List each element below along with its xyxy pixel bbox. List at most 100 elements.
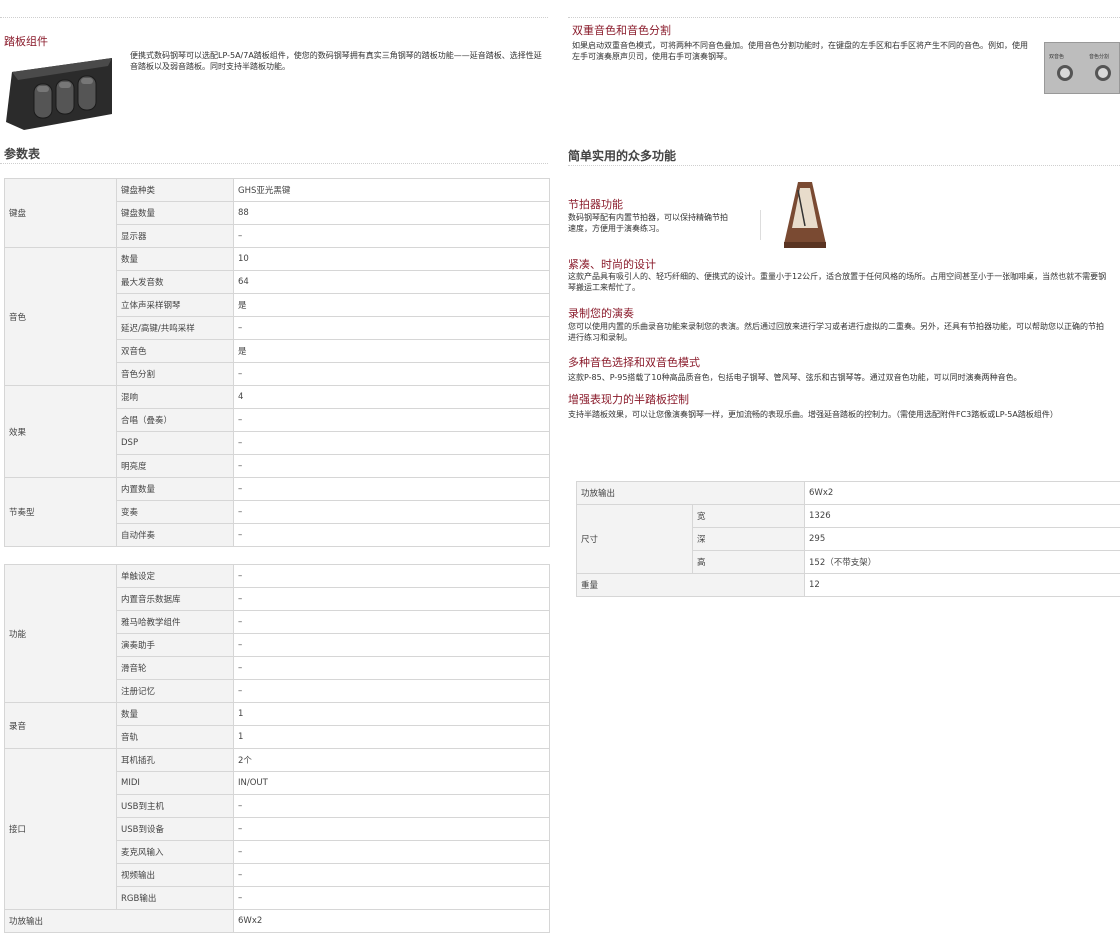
spec-label: 演奏助手 [116, 633, 234, 657]
spec-value: – [233, 523, 550, 547]
spec-group: 效果 [4, 385, 117, 478]
metronome-image [782, 180, 828, 248]
dual-voice-panel-label: 双音色 [1049, 54, 1065, 60]
spec-label: 深 [691, 527, 806, 551]
spec-group: 功能 [4, 564, 117, 703]
spec-label: 重量 [575, 573, 806, 597]
spec-label: 功放输出 [4, 909, 234, 933]
spec-value: – [233, 817, 550, 841]
spec-value: – [233, 564, 550, 588]
spec-label: 立体声采样钢琴 [116, 293, 234, 317]
spec-label: USB到设备 [116, 817, 234, 841]
spec-value: 6Wx2 [804, 481, 1120, 505]
spec-label: 高 [691, 550, 806, 574]
spec-label: 耳机插孔 [116, 748, 234, 772]
spec-value: – [233, 633, 550, 657]
spec-value: – [233, 840, 550, 864]
table-row: 重量 12 [575, 573, 1120, 597]
spec-value: 12 [804, 573, 1120, 597]
table-row: 接口 耳机插孔 2个 [4, 748, 550, 910]
spec-label: 延迟/高键/共鸣采样 [116, 316, 234, 340]
spec-label: DSP [116, 431, 234, 455]
feature-voices-title: 多种音色选择和双音色模式 [568, 356, 700, 369]
table-row: 效果 混响 4 [4, 385, 550, 478]
spec-table-3: 功放输出 6Wx2 尺寸 宽 1326 深 295 高 152（不带支架） 重量… [575, 481, 1120, 597]
spec-value: – [233, 477, 550, 501]
spec-value: 10 [233, 247, 550, 271]
features-title-divider [568, 165, 1120, 166]
metronome-divider [760, 210, 761, 240]
spec-label: 合唱（叠奏） [116, 408, 234, 432]
spec-value: – [233, 316, 550, 340]
top-divider-right [568, 17, 1120, 18]
spec-value: – [233, 408, 550, 432]
spec-value: – [233, 454, 550, 478]
table-row: 节奏型 内置数量 – [4, 477, 550, 547]
spec-table-2: 功能 单触设定 – 内置音乐数据库 – 雅马哈教学组件 – 演奏助手 – 滑音轮 – 注册记忆 – 录音数… [4, 564, 550, 933]
spec-label: 显示器 [116, 224, 234, 248]
spec-value: 1326 [804, 504, 1120, 528]
top-divider-left [0, 17, 548, 18]
spec-group: 尺寸 [576, 504, 693, 574]
table-row: 功放输出 6Wx2 [4, 909, 550, 933]
pedal-image [4, 50, 114, 136]
spec-value: – [233, 610, 550, 634]
spec-value: – [233, 431, 550, 455]
spec-group: 录音 [4, 702, 117, 749]
spec-label: 宽 [691, 504, 806, 528]
spec-label: 音轨 [116, 725, 234, 749]
features-title: 简单实用的众多功能 [568, 149, 677, 163]
table-row: 功能 单触设定 – [4, 564, 550, 703]
spec-label: 内置音乐数据库 [116, 587, 234, 611]
spec-value: – [233, 679, 550, 703]
spec-value: IN/OUT [233, 771, 550, 795]
spec-table-title: 参数表 [4, 147, 41, 161]
spec-label: 键盘数量 [116, 201, 234, 225]
spec-value: 4 [233, 385, 550, 409]
spec-label: 变奏 [116, 500, 234, 524]
pedal-title: 踏板组件 [4, 35, 48, 48]
spec-label: 注册记忆 [116, 679, 234, 703]
spec-label: 功放输出 [575, 481, 806, 505]
spec-label: 自动伴奏 [116, 523, 234, 547]
spec-value: 6Wx2 [233, 909, 550, 933]
spec-value: 1 [233, 725, 550, 749]
spec-label: 数量 [116, 702, 234, 726]
spec-label: 明亮度 [116, 454, 234, 478]
split-button-icon [1095, 65, 1111, 81]
spec-table-1: 键盘 键盘种类 GHS亚光黑键 键盘数量 88 显示器 – 音色 数量 10 最大发音数 64 立体声采… [4, 178, 550, 547]
dual-voice-panel-image: 双音色 音色分割 [1044, 42, 1120, 94]
spec-title-divider [0, 163, 548, 164]
spec-label: 混响 [116, 385, 234, 409]
spec-label: 视频输出 [116, 863, 234, 887]
table-row: 音色 数量 10 [4, 247, 550, 386]
spec-label: RGB输出 [116, 886, 234, 910]
spec-value: 64 [233, 270, 550, 294]
spec-label: 音色分割 [116, 362, 234, 386]
table-row: 键盘 键盘种类 GHS亚光黑键 [4, 178, 550, 248]
table-row: 尺寸 宽 1326 [576, 504, 1120, 574]
spec-value: 是 [233, 339, 550, 363]
spec-value: 152（不带支架） [804, 550, 1120, 574]
spec-value: 295 [804, 527, 1120, 551]
dual-voice-title: 双重音色和音色分割 [572, 24, 671, 37]
spec-value: – [233, 886, 550, 910]
feature-record-desc: 您可以使用内置的乐曲录音功能来录制您的表演。然后通过回放来进行学习或者进行虚拟的… [568, 322, 1104, 342]
spec-label: MIDI [116, 771, 234, 795]
feature-voices-desc: 这款P-85、P-95搭载了10种高品质音色，包括电子钢琴、管风琴、弦乐和古钢琴… [568, 373, 1022, 382]
split-panel-label: 音色分割 [1089, 54, 1110, 60]
spec-value: 是 [233, 293, 550, 317]
spec-label: USB到主机 [116, 794, 234, 818]
spec-value: 2个 [233, 748, 550, 772]
spec-label: 最大发音数 [116, 270, 234, 294]
spec-group: 节奏型 [4, 477, 117, 547]
spec-label: 双音色 [116, 339, 234, 363]
spec-value: – [233, 794, 550, 818]
table-row: 录音 数量 1 [4, 702, 550, 749]
spec-label: 内置数量 [116, 477, 234, 501]
dual-voice-button-icon [1057, 65, 1073, 81]
spec-value: – [233, 656, 550, 680]
feature-design-title: 紧凑、时尚的设计 [568, 258, 656, 271]
spec-label: 键盘种类 [116, 178, 234, 202]
spec-label: 雅马哈教学组件 [116, 610, 234, 634]
